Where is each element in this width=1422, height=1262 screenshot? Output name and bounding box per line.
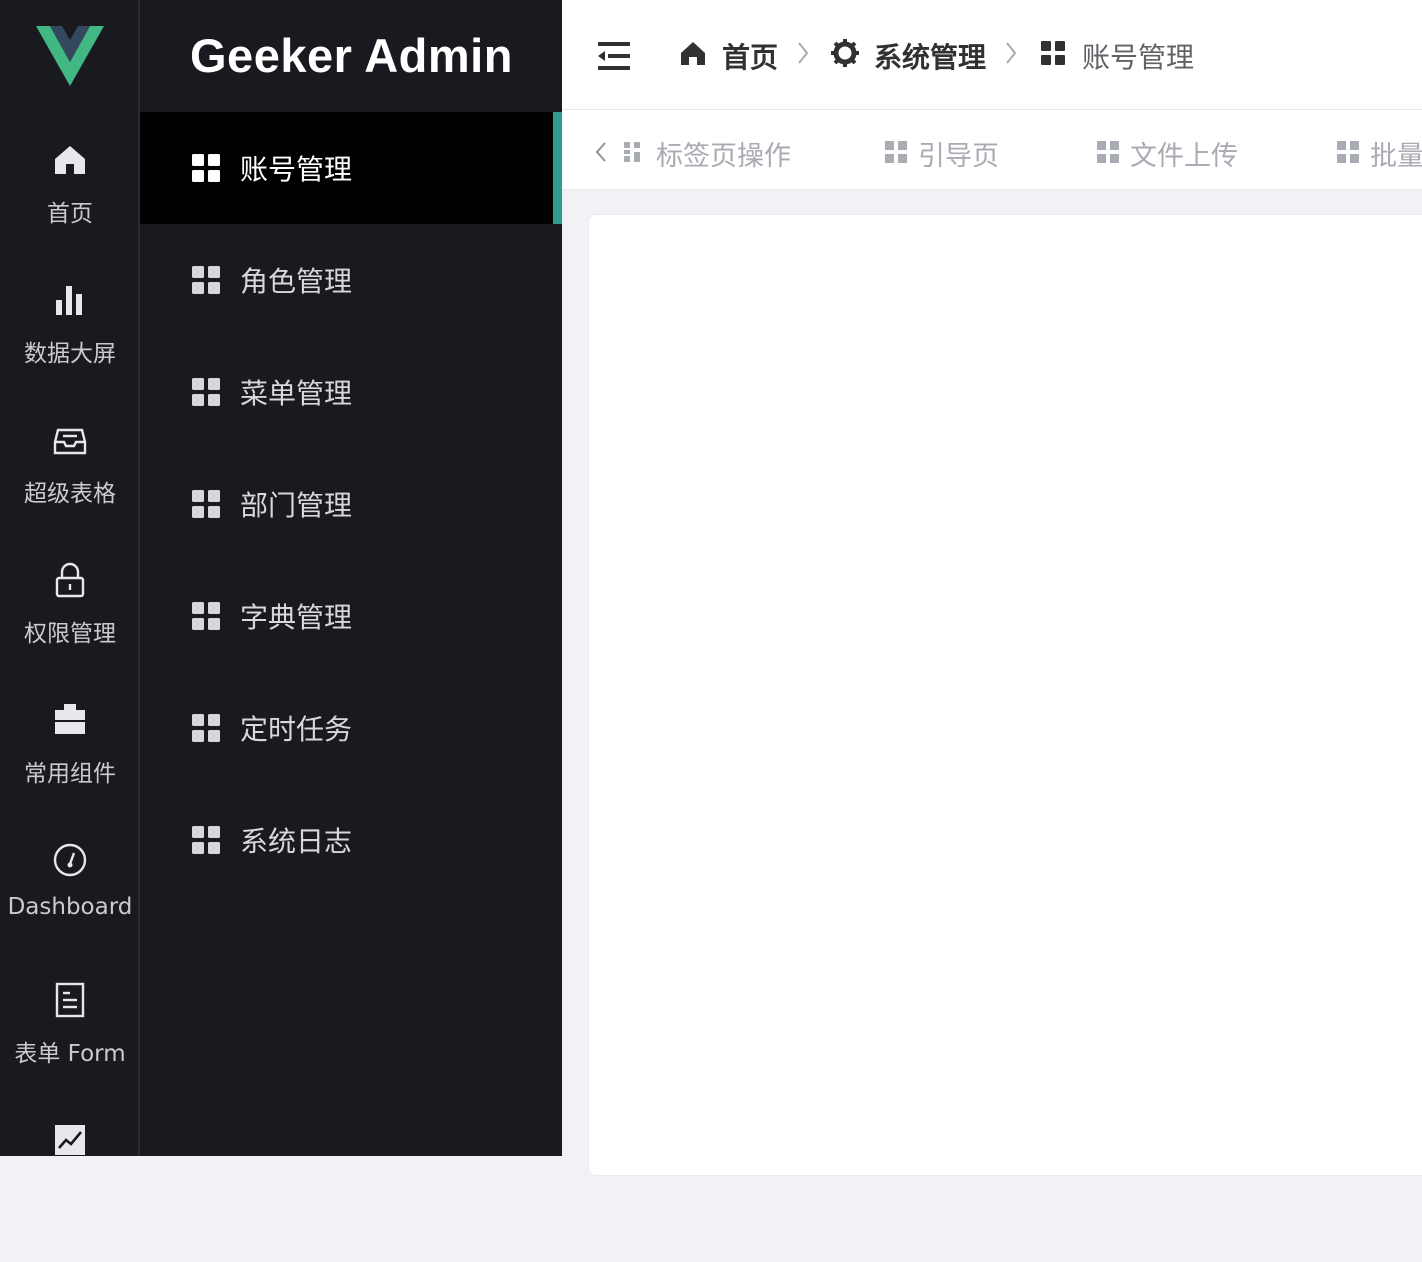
rail-item-dashboard[interactable]: Dashboard <box>0 842 140 982</box>
breadcrumb-item-accounts: 账号管理 <box>1038 36 1208 76</box>
tab-batch[interactable]: 批量 <box>1336 134 1422 170</box>
grid-icon <box>192 266 220 294</box>
grid-icon <box>192 490 220 518</box>
submenu: Geeker Admin 账号管理 角色管理 菜单管理 部门管理 字典管理 定时… <box>140 0 562 1156</box>
rail-label: 表单 Form <box>14 1041 126 1067</box>
home-icon <box>681 42 705 65</box>
tab-tab-operations[interactable]: 标签页操作 <box>622 134 802 172</box>
rail-label: 超级表格 <box>24 481 116 507</box>
trend-icon <box>55 1125 85 1155</box>
rail-item-permissions[interactable]: 权限管理 <box>0 562 140 702</box>
rail-item-form[interactable]: 表单 Form <box>0 982 140 1122</box>
rail-item-components[interactable]: 常用组件 <box>0 702 140 842</box>
collapse-menu-icon[interactable] <box>596 40 632 72</box>
submenu-item-roles[interactable]: 角色管理 <box>140 224 562 336</box>
submenu-label: 系统日志 <box>240 825 353 858</box>
tab-label: 标签页操作 <box>656 141 791 172</box>
tab-label: 文件上传 <box>1130 141 1238 172</box>
submenu-item-scheduled-tasks[interactable]: 定时任务 <box>140 672 562 784</box>
grid-icon <box>192 378 220 406</box>
tab-file-upload[interactable]: 文件上传 <box>1096 134 1256 172</box>
submenu-item-system-logs[interactable]: 系统日志 <box>140 784 562 896</box>
document-icon <box>55 982 85 1018</box>
submenu-label: 部门管理 <box>240 489 353 522</box>
tab-label: 引导页 <box>918 141 999 172</box>
rail-item-chart[interactable] <box>0 1122 140 1262</box>
chevron-left-icon[interactable] <box>594 140 608 164</box>
submenu-label: 角色管理 <box>240 265 353 298</box>
briefcase-icon <box>55 704 85 734</box>
rail-item-home[interactable]: 首页 <box>0 142 140 282</box>
drag-grid-icon <box>624 142 640 162</box>
rail-item-super-table[interactable]: 超级表格 <box>0 422 140 562</box>
gauge-icon <box>53 843 87 877</box>
rail-item-data-screen[interactable]: 数据大屏 <box>0 282 140 422</box>
icon-rail: 首页 数据大屏 超级表格 权限管理 常用组件 Dashboard 表单 Form <box>0 0 140 1156</box>
grid-icon <box>1337 141 1359 163</box>
tabs-bar: 标签页操作 引导页 文件上传 批量 <box>562 110 1422 190</box>
breadcrumb-label: 账号管理 <box>1082 41 1195 74</box>
rail-label: 数据大屏 <box>24 341 116 367</box>
submenu-item-departments[interactable]: 部门管理 <box>140 448 562 560</box>
main-content-card <box>588 214 1422 1176</box>
rail-label: 常用组件 <box>24 761 116 787</box>
top-header: 首页 系统管理 账号管理 <box>562 0 1422 110</box>
tab-guide[interactable]: 引导页 <box>884 134 1014 172</box>
gear-icon <box>831 39 859 67</box>
breadcrumb-item-system[interactable]: 系统管理 <box>830 36 990 76</box>
inbox-icon <box>53 428 87 455</box>
grid-icon <box>192 154 220 182</box>
grid-icon <box>192 826 220 854</box>
tab-label: 批量 <box>1370 141 1422 170</box>
rail-label: 权限管理 <box>24 621 116 647</box>
submenu-label: 字典管理 <box>240 601 353 634</box>
grid-icon <box>192 714 220 742</box>
chevron-right-icon <box>1006 42 1017 64</box>
home-icon <box>55 146 85 174</box>
grid-icon <box>885 141 907 163</box>
breadcrumb-label: 系统管理 <box>874 41 987 74</box>
rail-label: 首页 <box>47 201 93 227</box>
submenu-label: 菜单管理 <box>240 377 353 410</box>
vue-logo <box>36 26 104 86</box>
chevron-right-icon <box>798 42 809 64</box>
grid-icon <box>1041 41 1065 65</box>
grid-icon <box>192 602 220 630</box>
rail-label: Dashboard <box>7 894 133 920</box>
lock-icon <box>55 562 85 598</box>
bar-chart-icon <box>56 286 82 315</box>
breadcrumb-item-home[interactable]: 首页 <box>678 36 788 76</box>
submenu-label: 账号管理 <box>240 153 353 186</box>
breadcrumb-label: 首页 <box>722 41 779 74</box>
submenu-item-menus[interactable]: 菜单管理 <box>140 336 562 448</box>
submenu-item-dictionary[interactable]: 字典管理 <box>140 560 562 672</box>
app-brand: Geeker Admin <box>190 29 513 82</box>
submenu-item-accounts[interactable]: 账号管理 <box>140 112 562 224</box>
submenu-label: 定时任务 <box>240 713 353 746</box>
grid-icon <box>1097 141 1119 163</box>
